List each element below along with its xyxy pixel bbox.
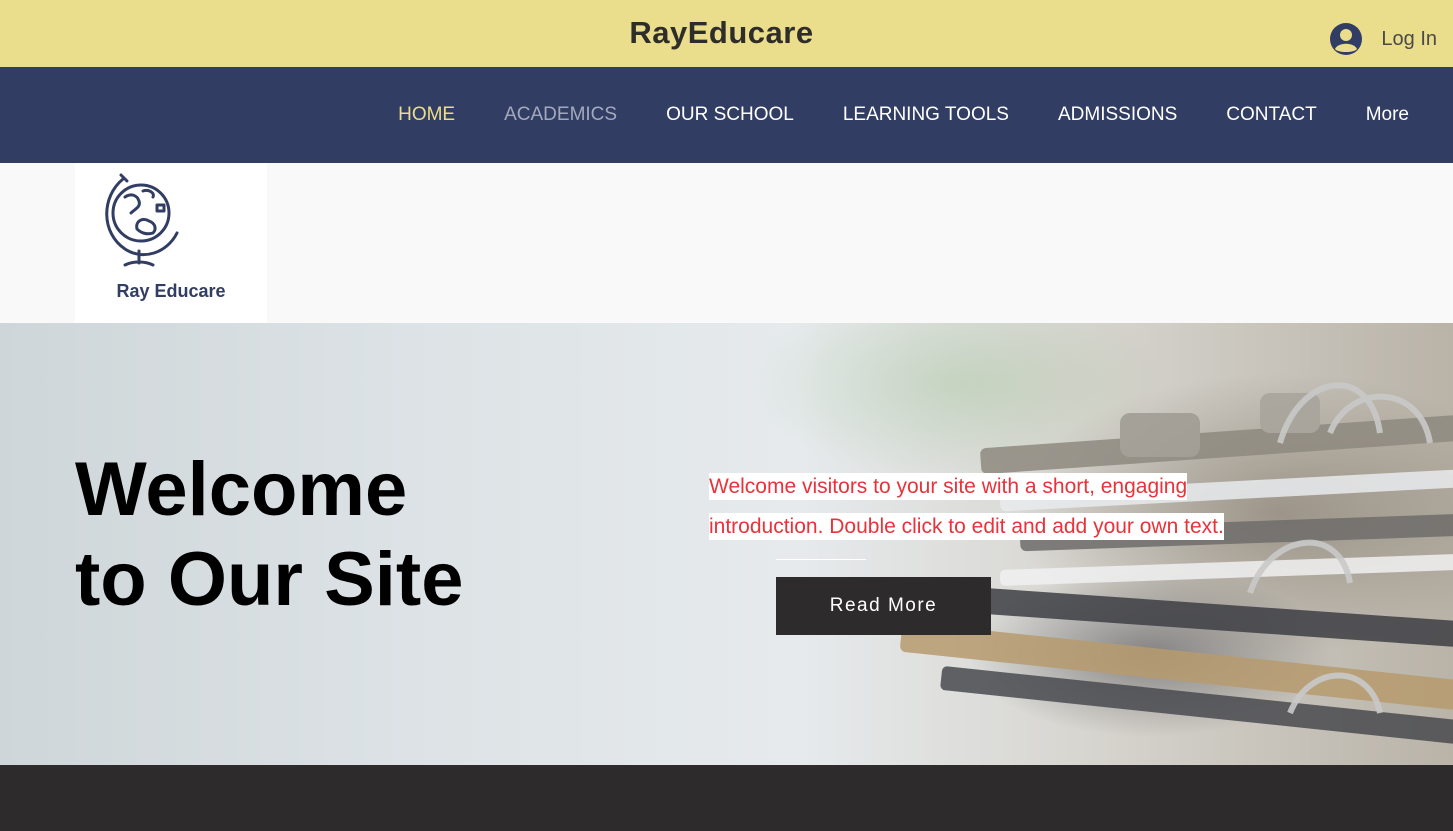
nav-item-admissions[interactable]: ADMISSIONS <box>1058 104 1177 126</box>
hero-title-line-2: to Our Site <box>75 537 464 622</box>
nav-menu: HOME ACADEMICS OUR SCHOOL LEARNING TOOLS… <box>349 67 1409 163</box>
nav-item-academics[interactable]: ACADEMICS <box>504 104 617 126</box>
divider-line <box>776 559 866 560</box>
logo-strip: Ray Educare <box>0 163 1453 323</box>
hero-title: Welcome to Our Site <box>75 445 463 625</box>
footer-band <box>0 765 1453 831</box>
hero-intro-highlight: Welcome visitors to your site with a sho… <box>709 473 1224 540</box>
nav-item-more[interactable]: More <box>1366 104 1409 126</box>
logo[interactable]: Ray Educare <box>75 163 267 323</box>
login-button[interactable]: Log In <box>1329 22 1437 56</box>
login-label[interactable]: Log In <box>1381 28 1437 51</box>
user-avatar-icon[interactable] <box>1329 22 1363 56</box>
logo-name: Ray Educare <box>116 281 226 301</box>
top-bar: RayEducare Log In <box>0 0 1453 67</box>
hero-section: Welcome to Our Site Welcome visitors to … <box>0 323 1453 765</box>
read-more-button[interactable]: Read More <box>776 577 991 635</box>
main-navigation: HOME ACADEMICS OUR SCHOOL LEARNING TOOLS… <box>0 67 1453 163</box>
nav-item-contact[interactable]: CONTACT <box>1226 104 1316 126</box>
hero-title-line-1: Welcome <box>75 447 408 532</box>
globe-icon <box>105 173 179 267</box>
hero-intro-text[interactable]: Welcome visitors to your site with a sho… <box>709 467 1269 547</box>
site-title[interactable]: RayEducare <box>0 15 1443 51</box>
nav-item-learning-tools[interactable]: LEARNING TOOLS <box>843 104 1009 126</box>
nav-item-our-school[interactable]: OUR SCHOOL <box>666 104 794 126</box>
nav-item-home[interactable]: HOME <box>398 104 455 126</box>
